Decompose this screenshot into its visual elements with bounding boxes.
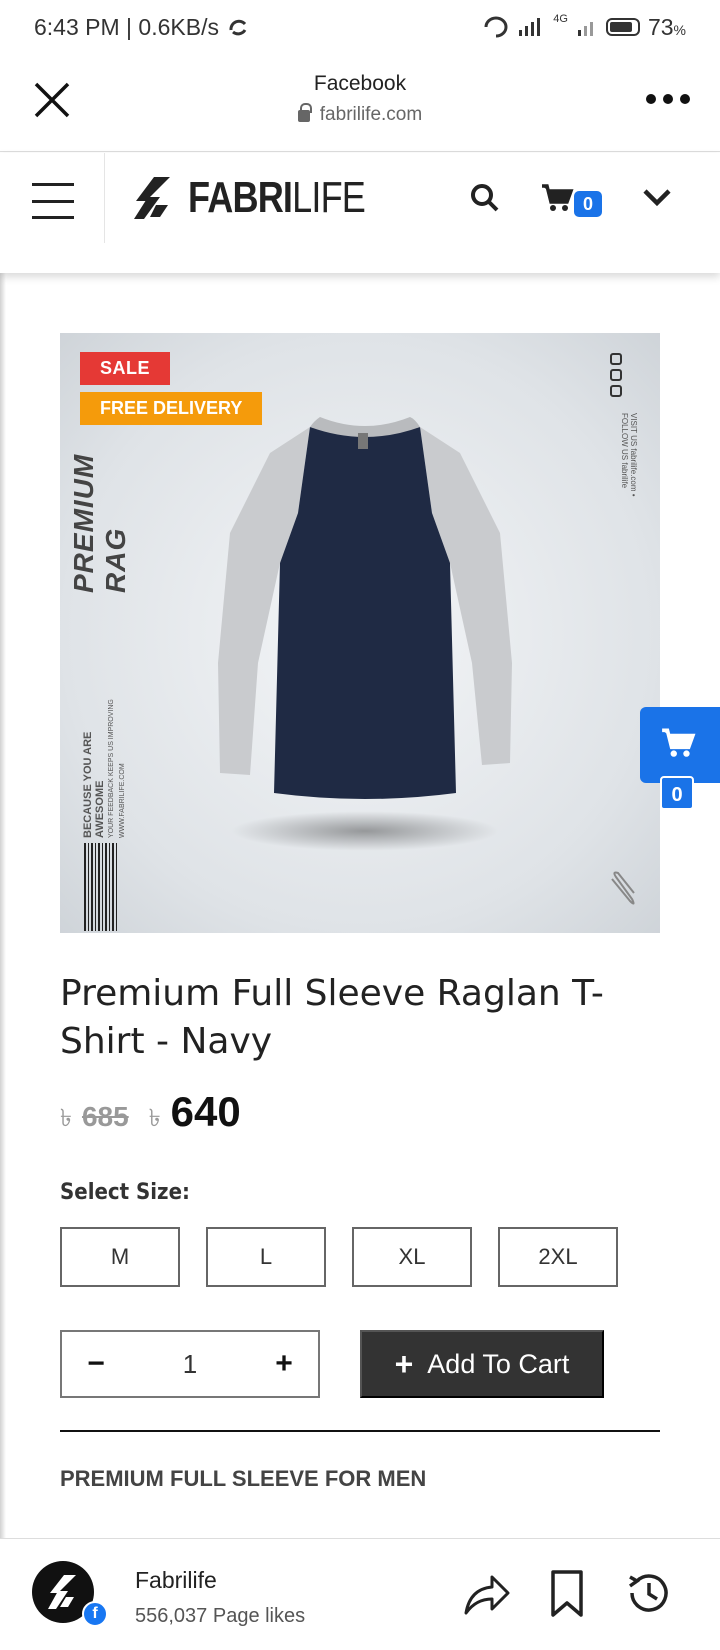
quantity-increase-button[interactable]: + [274, 1347, 294, 1381]
quantity-decrease-button[interactable]: − [86, 1347, 106, 1381]
status-bar: 6:43 PM | 0.6KB/s 4G 73% [0, 0, 720, 54]
size-option-xl[interactable]: XL [352, 1227, 472, 1287]
sale-badge: SALE [80, 352, 171, 385]
status-right: 4G 73% [483, 13, 686, 41]
product-title: Premium Full Sleeve Raglan T-Shirt - Nav… [60, 973, 604, 1062]
image-tagline: BECAUSE YOU ARE AWESOME YOUR FEEDBACK KE… [82, 699, 126, 838]
sync-icon [229, 19, 247, 36]
page-name[interactable]: Fabrilife [135, 1567, 217, 1594]
status-left: 6:43 PM | 0.6KB/s [34, 14, 249, 41]
product-image[interactable]: PREMIUM RAG BECAUSE YOU ARE AWESOME YOUR… [60, 333, 660, 933]
site-logo[interactable]: FABRILIFE [134, 173, 404, 223]
status-time-network: 6:43 PM | 0.6KB/s [34, 13, 219, 40]
logo-text: FABRILIFE [188, 173, 366, 222]
browser-url-text: fabrilife.com [319, 104, 423, 125]
browser-url: fabrilife.com [297, 103, 423, 126]
currency-symbol-old: ৳ [60, 1105, 72, 1132]
network-type: 4G [553, 13, 568, 25]
floating-cart-count: 0 [660, 776, 694, 810]
menu-icon[interactable] [32, 183, 74, 219]
image-social-icons [610, 353, 622, 397]
facebook-icon: f [82, 1601, 108, 1627]
size-options: M L XL 2XL [60, 1227, 618, 1287]
cart-icon[interactable] [540, 183, 574, 213]
more-options-icon[interactable] [646, 94, 690, 104]
size-option-l[interactable]: L [206, 1227, 326, 1287]
plus-icon: + [394, 1346, 414, 1382]
in-app-browser-header: Facebook fabrilife.com [0, 54, 720, 152]
add-to-cart-label: Add To Cart [427, 1348, 570, 1379]
header-divider [104, 153, 105, 243]
barcode [84, 843, 118, 931]
page-likes: 556,037 Page likes [135, 1605, 306, 1627]
currency-symbol-new: ৳ [148, 1105, 161, 1132]
search-icon[interactable] [470, 183, 500, 213]
old-price: 685 [81, 1101, 129, 1132]
free-delivery-badge: FREE DELIVERY [80, 392, 263, 425]
browser-title-block: Facebook fabrilife.com [0, 72, 720, 126]
description-heading: PREMIUM FULL SLEEVE FOR MEN [60, 1466, 427, 1491]
image-vertical-brand: PREMIUM RAG [68, 453, 131, 593]
section-divider [60, 1430, 660, 1432]
size-option-2xl[interactable]: 2XL [498, 1227, 618, 1287]
size-label: Select Size: [60, 1180, 190, 1205]
lock-icon [297, 103, 312, 122]
add-to-cart-button[interactable]: + Add To Cart [360, 1330, 604, 1398]
quantity-stepper: − 1 + [60, 1330, 320, 1398]
tshirt-shadow [230, 811, 500, 851]
size-option-m[interactable]: M [60, 1227, 180, 1287]
quantity-value[interactable]: 1 [183, 1349, 197, 1380]
share-icon[interactable] [462, 1571, 512, 1617]
paperclip-icon [611, 871, 635, 905]
logo-mark-icon [134, 177, 170, 219]
browser-title: Facebook [313, 72, 407, 95]
new-price: 640 [170, 1088, 241, 1135]
floating-cart-button[interactable] [640, 707, 720, 783]
bookmark-icon[interactable] [550, 1569, 584, 1619]
signal-icon-2 [577, 22, 593, 36]
price-row: ৳ 685 ৳ 640 [60, 1088, 241, 1140]
history-icon[interactable] [624, 1569, 672, 1617]
page-edge-shadow [0, 273, 6, 1538]
image-follow-text: VISIT US fabrilife.com • FOLLOW US fabri… [620, 413, 638, 497]
battery-icon [605, 18, 640, 36]
battery-percent: 73% [647, 13, 686, 40]
chevron-down-icon[interactable] [642, 187, 672, 209]
signal-icon [519, 18, 541, 36]
cart-count-badge: 0 [574, 191, 602, 217]
tshirt-image [218, 417, 512, 799]
cart-icon [662, 728, 696, 757]
hotspot-icon [484, 16, 508, 38]
facebook-page-bar: f Fabrilife 556,037 Page likes [0, 1538, 720, 1650]
site-header: FABRILIFE 0 [0, 153, 720, 273]
